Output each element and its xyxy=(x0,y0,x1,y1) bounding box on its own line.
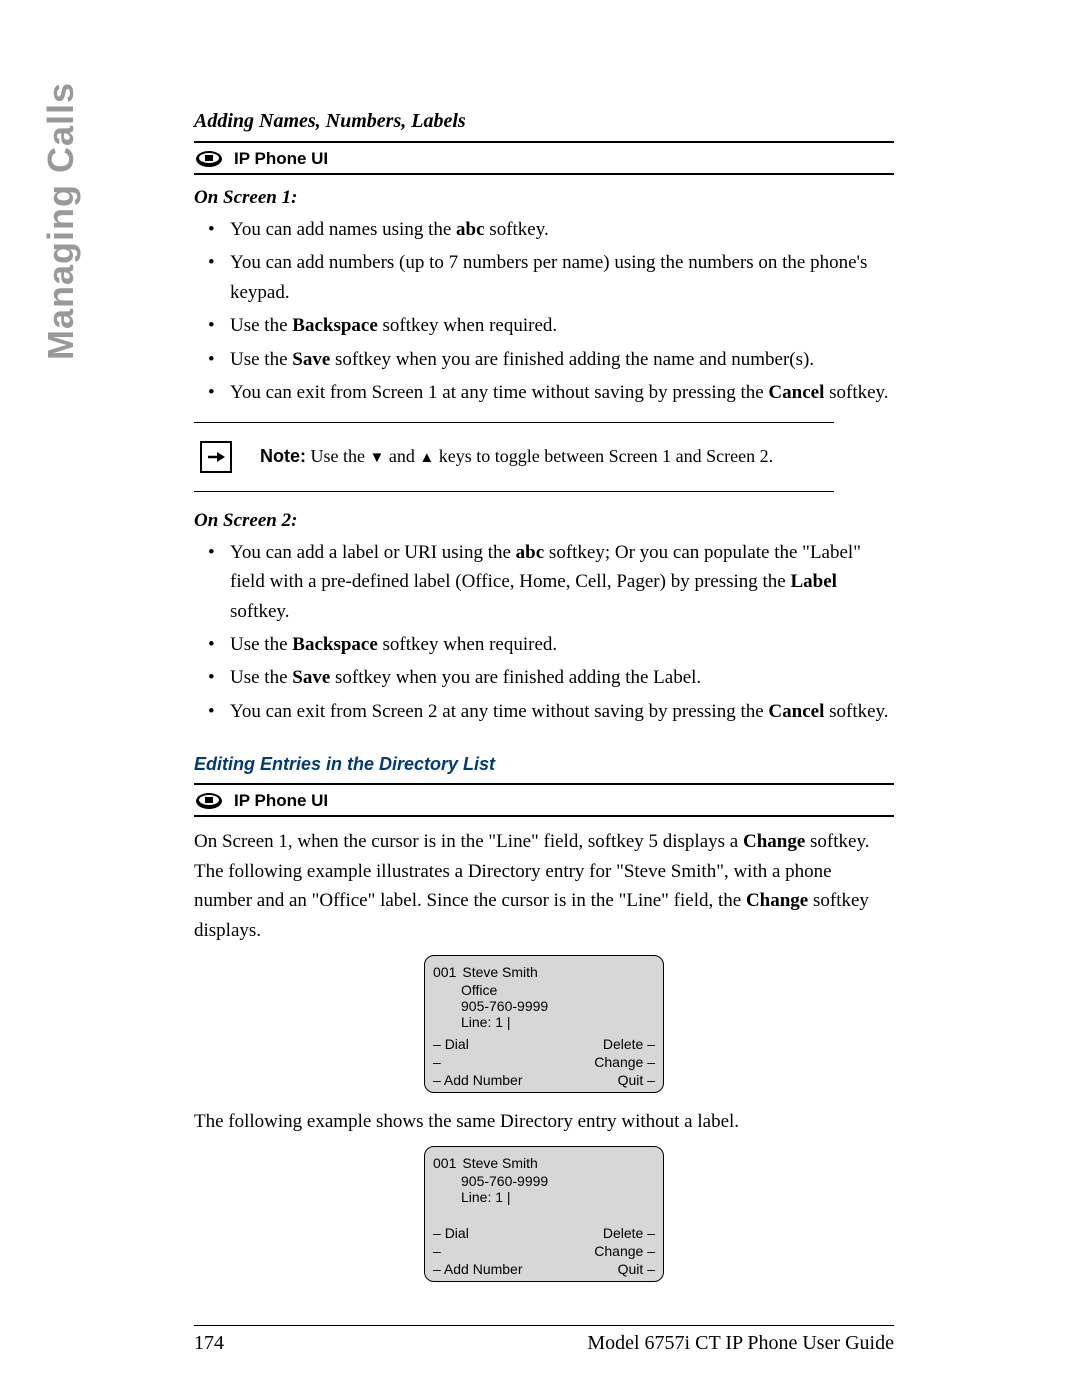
on-screen-2-head: On Screen 2: xyxy=(194,510,894,532)
softkey-change[interactable]: Change xyxy=(594,1054,655,1070)
entry-number: 905-760-9999 xyxy=(461,1173,655,1189)
ui-label: IP Phone UI xyxy=(234,791,328,811)
list-item: You can add numbers (up to 7 numbers per… xyxy=(194,248,894,307)
page-footer: 174 Model 6757i CT IP Phone User Guide xyxy=(86,1325,1006,1355)
softkey-quit[interactable]: Quit xyxy=(618,1072,655,1088)
phone-screen-2: 001 Steve Smith 905-760-9999 Line: 1 | Di… xyxy=(424,1146,664,1282)
phone-screen-1: 001 Steve Smith Office 905-760-9999 Line:… xyxy=(424,955,664,1093)
list-item: Use the Save softkey when you are finish… xyxy=(194,663,894,692)
entry-line: Line: 1 | xyxy=(461,1189,655,1205)
section-title: Adding Names, Numbers, Labels xyxy=(194,110,894,133)
up-triangle-icon: ▲ xyxy=(419,450,434,466)
entry-number: 905-760-9999 xyxy=(461,998,655,1014)
note-block: Note: Use the ▼ and ▲ keys to toggle bet… xyxy=(194,422,834,492)
paragraph: On Screen 1, when the cursor is in the "… xyxy=(194,827,894,945)
softkey-dial[interactable]: Dial xyxy=(433,1036,469,1052)
entry-line: Line: 1 | xyxy=(461,1014,655,1030)
ui-label: IP Phone UI xyxy=(234,149,328,169)
softkey-change[interactable]: Change xyxy=(594,1243,655,1259)
softkey-delete[interactable]: Delete xyxy=(603,1036,655,1052)
arrow-right-icon xyxy=(200,441,232,473)
entry-index: 001 xyxy=(433,964,456,980)
screen2-list: You can add a label or URI using the abc… xyxy=(194,538,894,727)
entry-label: Office xyxy=(461,982,655,998)
page-number: 174 xyxy=(194,1332,224,1355)
softkey-add-number[interactable]: Add Number xyxy=(433,1072,523,1088)
entry-index: 001 xyxy=(433,1155,456,1171)
note-text: Note: Use the ▼ and ▲ keys to toggle bet… xyxy=(260,446,773,467)
on-screen-1-head: On Screen 1: xyxy=(194,187,894,209)
phone-icon xyxy=(194,149,224,169)
list-item: You can exit from Screen 2 at any time w… xyxy=(194,697,894,726)
list-item: You can add a label or URI using the abc… xyxy=(194,538,894,626)
phone-icon xyxy=(194,791,224,811)
list-item: Use the Backspace softkey when required. xyxy=(194,630,894,659)
list-item: Use the Backspace softkey when required. xyxy=(194,311,894,340)
softkey-delete[interactable]: Delete xyxy=(603,1225,655,1241)
softkey-quit[interactable]: Quit xyxy=(618,1261,655,1277)
down-triangle-icon: ▼ xyxy=(369,450,384,466)
list-item: Use the Save softkey when you are finish… xyxy=(194,345,894,374)
softkey-blank xyxy=(433,1243,441,1259)
ui-band: IP Phone UI xyxy=(194,141,894,175)
entry-name: Steve Smith xyxy=(462,1155,537,1171)
editing-entries-head: Editing Entries in the Directory List xyxy=(194,754,894,775)
entry-name: Steve Smith xyxy=(462,964,537,980)
ui-band: IP Phone UI xyxy=(194,783,894,817)
screen1-list: You can add names using the abc softkey.… xyxy=(194,215,894,408)
paragraph: The following example shows the same Dir… xyxy=(194,1107,894,1136)
guide-title: Model 6757i CT IP Phone User Guide xyxy=(587,1332,894,1355)
list-item: You can add names using the abc softkey. xyxy=(194,215,894,244)
softkey-blank xyxy=(433,1054,441,1070)
softkey-add-number[interactable]: Add Number xyxy=(433,1261,523,1277)
list-item: You can exit from Screen 1 at any time w… xyxy=(194,378,894,407)
section-tab: Managing Calls xyxy=(40,82,82,360)
softkey-dial[interactable]: Dial xyxy=(433,1225,469,1241)
